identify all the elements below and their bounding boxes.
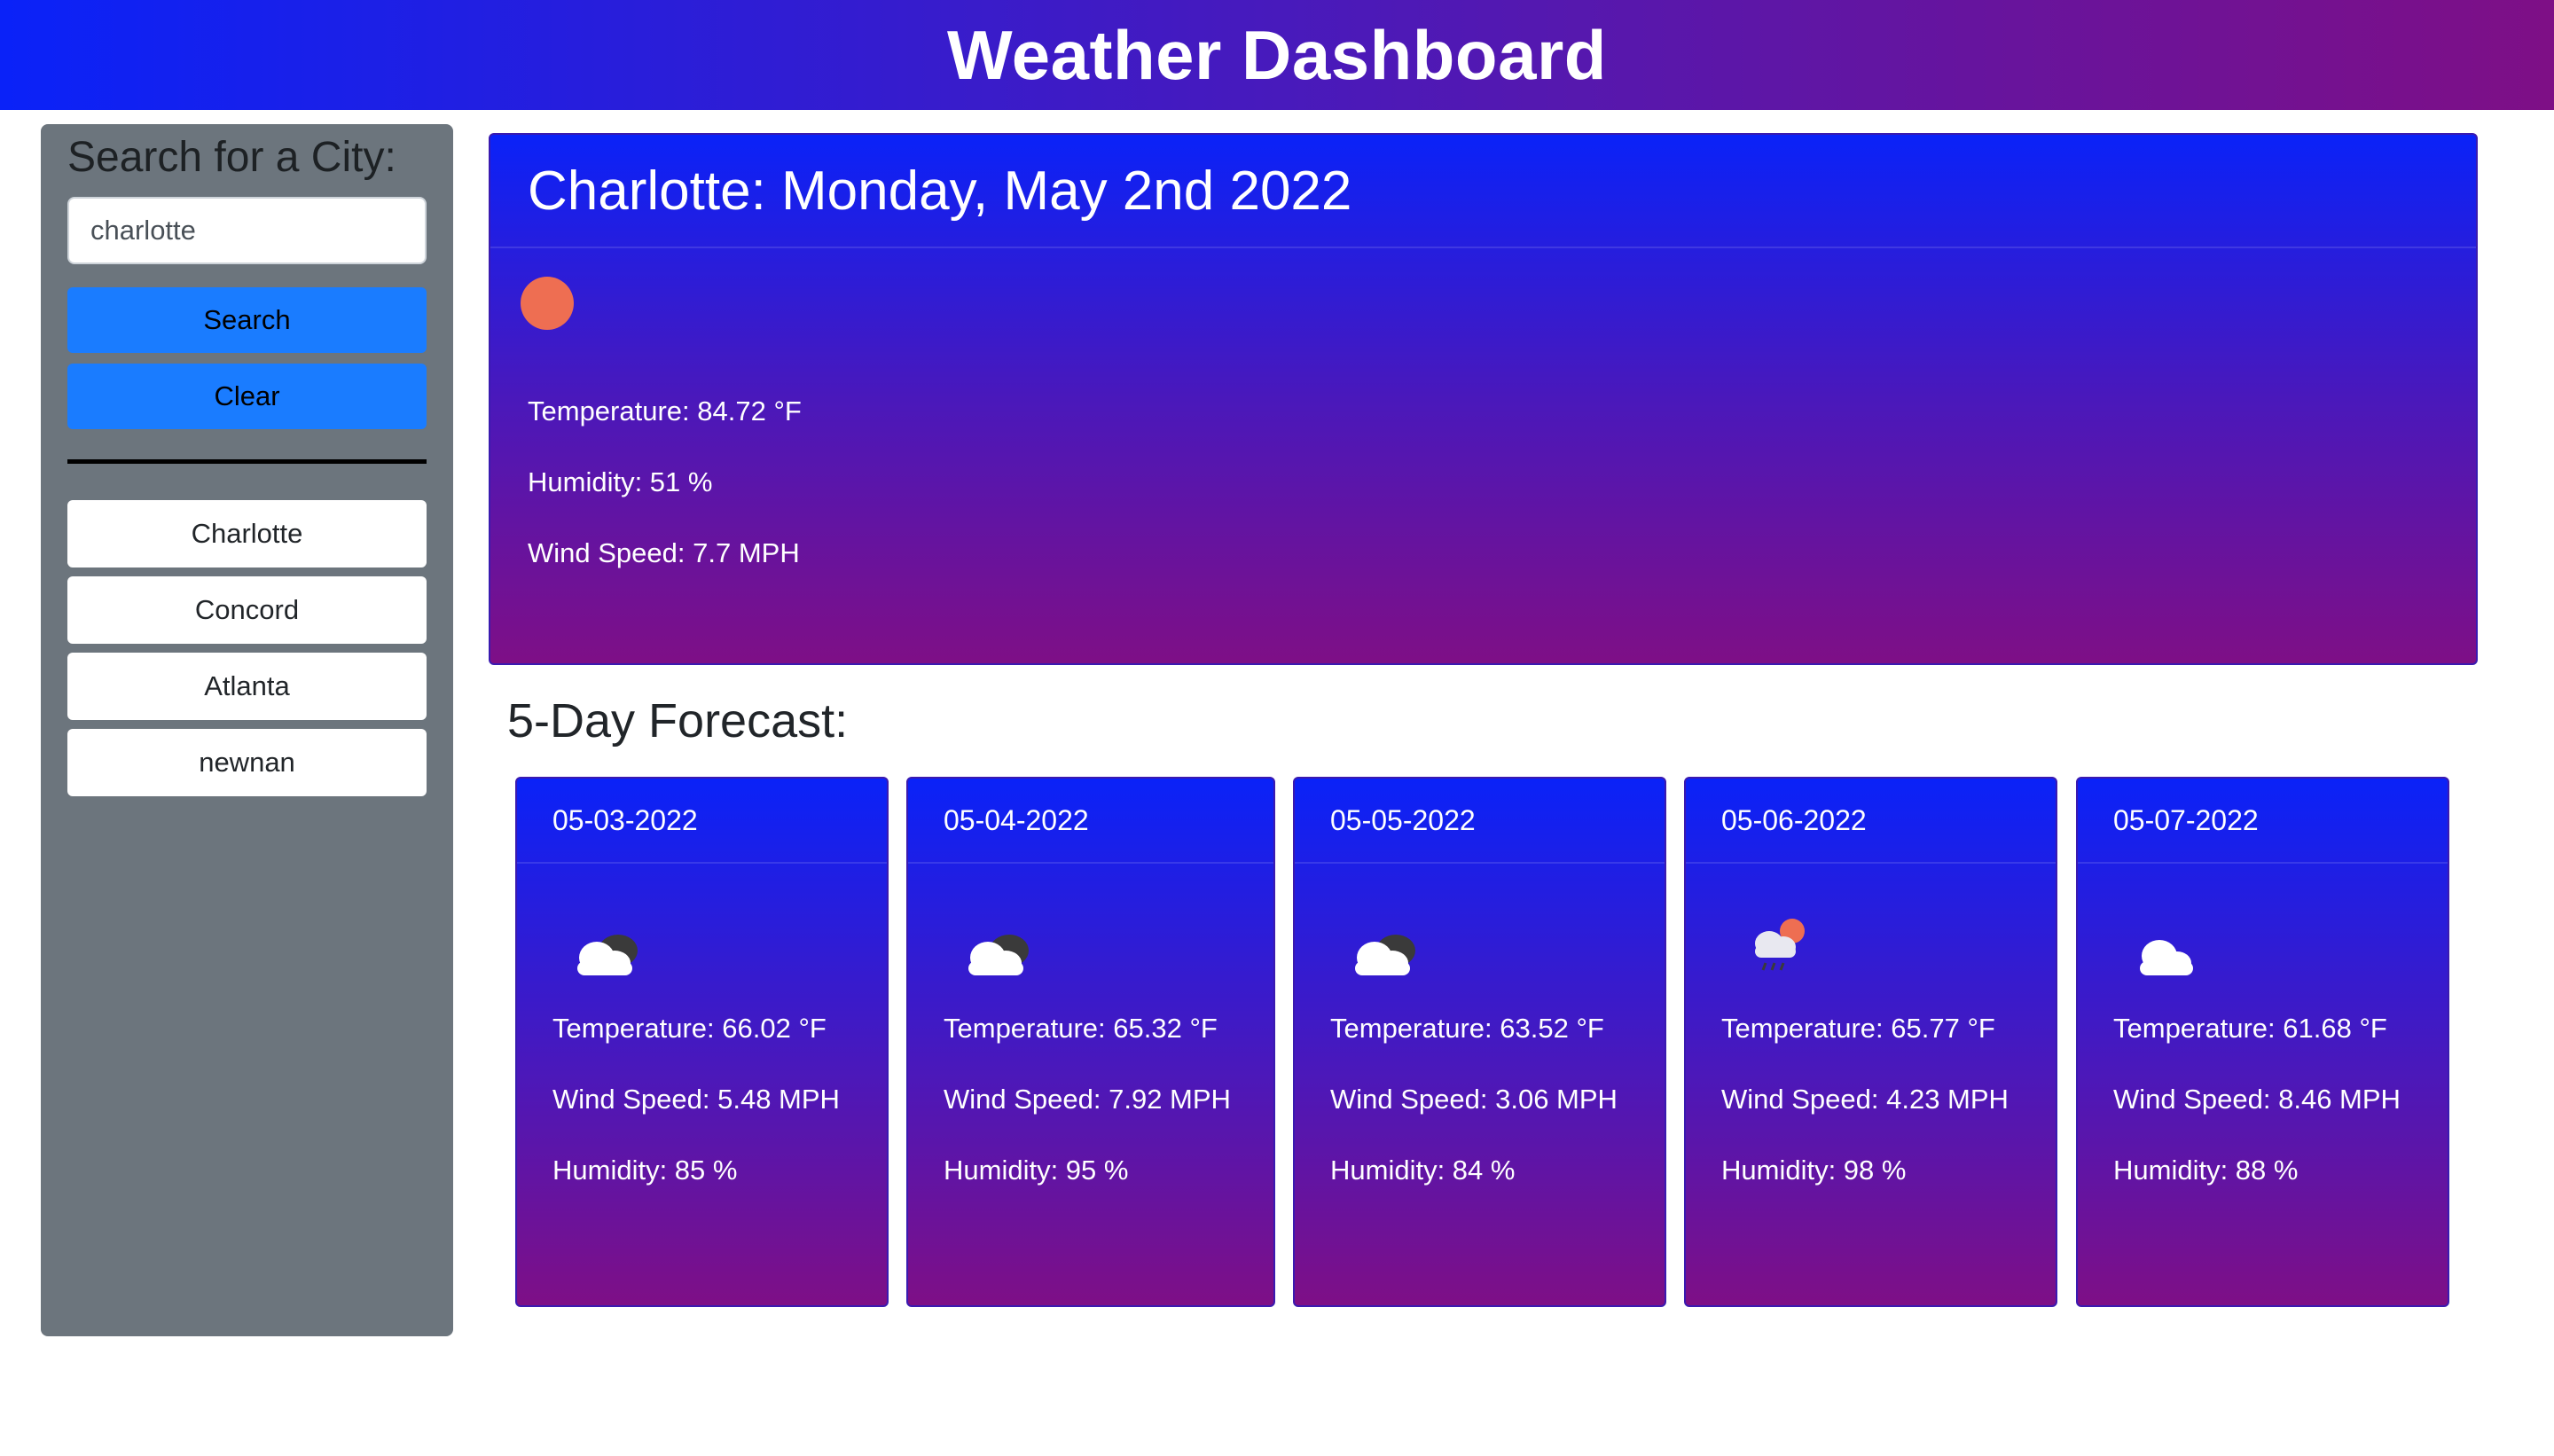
forecast-humidity: Humidity: 95 % — [944, 1155, 1129, 1186]
forecast-temperature: Temperature: 61.68 °F — [2113, 1013, 2387, 1044]
rain-sun-icon — [1755, 919, 1805, 971]
current-temperature: Temperature: 84.72 °F — [528, 395, 802, 427]
clear-sky-sun-icon — [521, 277, 574, 330]
sidebar-divider — [67, 459, 427, 464]
forecast-temperature: Temperature: 65.32 °F — [944, 1013, 1218, 1044]
forecast-wind-speed: Wind Speed: 3.06 MPH — [1330, 1084, 1618, 1115]
forecast-wind-speed: Wind Speed: 7.92 MPH — [944, 1084, 1231, 1115]
clear-button[interactable]: Clear — [67, 364, 427, 429]
current-city-date: Charlotte: Monday, May 2nd 2022 — [528, 160, 1352, 222]
forecast-temperature: Temperature: 66.02 °F — [552, 1013, 827, 1044]
forecast-wind-speed: Wind Speed: 4.23 MPH — [1721, 1084, 2009, 1115]
search-history-list: Charlotte Concord Atlanta newnan — [67, 500, 427, 805]
forecast-card: 05-07-2022 Temperature: 61.68 °F Wind Sp… — [2076, 777, 2449, 1307]
forecast-card: 05-05-2022 Temperature: 63.52 °F Wind Sp… — [1293, 777, 1666, 1307]
history-item-newnan[interactable]: newnan — [67, 729, 427, 796]
forecast-date: 05-07-2022 — [2078, 779, 2448, 864]
forecast-wind-speed: Wind Speed: 5.48 MPH — [552, 1084, 840, 1115]
current-humidity: Humidity: 51 % — [528, 466, 713, 497]
forecast-heading: 5-Day Forecast: — [507, 694, 849, 748]
broken-clouds-icon — [968, 935, 1029, 975]
history-item-concord[interactable]: Concord — [67, 576, 427, 644]
forecast-humidity: Humidity: 98 % — [1721, 1155, 1907, 1186]
forecast-card: 05-04-2022 Temperature: 65.32 °F Wind Sp… — [906, 777, 1275, 1307]
forecast-temperature: Temperature: 65.77 °F — [1721, 1013, 1995, 1044]
search-sidebar: Search for a City: Search Clear Charlott… — [41, 124, 453, 1336]
app-header: Weather Dashboard — [0, 0, 2554, 110]
forecast-card: 05-06-2022 Temperature: 65.77 °F Wind Sp… — [1684, 777, 2057, 1307]
current-weather-header: Charlotte: Monday, May 2nd 2022 — [490, 135, 2476, 248]
forecast-card: 05-03-2022 Temperature: 66.02 °F Wind Sp… — [515, 777, 889, 1307]
forecast-humidity: Humidity: 84 % — [1330, 1155, 1516, 1186]
broken-clouds-icon — [577, 935, 638, 975]
forecast-humidity: Humidity: 88 % — [2113, 1155, 2299, 1186]
current-weather-card: Charlotte: Monday, May 2nd 2022 Temperat… — [489, 133, 2478, 665]
search-label: Search for a City: — [67, 134, 396, 181]
page-title: Weather Dashboard — [947, 15, 1607, 94]
cloud-icon — [2140, 940, 2193, 975]
broken-clouds-icon — [1355, 935, 1415, 975]
forecast-wind-speed: Wind Speed: 8.46 MPH — [2113, 1084, 2401, 1115]
forecast-humidity: Humidity: 85 % — [552, 1155, 738, 1186]
forecast-date: 05-04-2022 — [908, 779, 1273, 864]
forecast-date: 05-06-2022 — [1686, 779, 2056, 864]
history-item-atlanta[interactable]: Atlanta — [67, 653, 427, 720]
forecast-temperature: Temperature: 63.52 °F — [1330, 1013, 1604, 1044]
forecast-date: 05-03-2022 — [517, 779, 887, 864]
current-wind-speed: Wind Speed: 7.7 MPH — [528, 537, 800, 568]
city-search-input[interactable] — [67, 197, 427, 264]
forecast-date: 05-05-2022 — [1295, 779, 1665, 864]
search-button[interactable]: Search — [67, 287, 427, 353]
history-item-charlotte[interactable]: Charlotte — [67, 500, 427, 568]
